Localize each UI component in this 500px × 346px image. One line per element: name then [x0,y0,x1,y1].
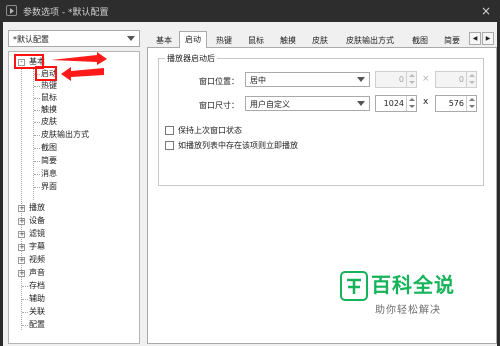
baike-logo-icon [340,271,368,301]
app-icon [6,5,17,16]
position-y-spinbox: 0 [435,71,477,88]
window-size-value: 用户自定义 [250,100,290,109]
window-title: 参数选项 - *默认配置 [23,8,109,18]
expand-icon[interactable]: + [18,257,25,264]
spin-buttons [466,72,476,87]
watermark: 百科全说 助你轻松解决 [340,268,500,338]
tree-item-filters[interactable]: 滤镜 [29,228,45,240]
tab-hotkeys[interactable]: 热键 [209,33,239,49]
tree-item-associations[interactable]: 关联 [29,306,45,318]
play-if-exists-checkbox[interactable] [165,141,174,150]
times-symbol: × [422,74,430,84]
group-title: 播放器启动后 [165,53,217,64]
tab-skin[interactable]: 皮肤 [305,33,335,49]
expand-icon[interactable]: + [18,270,25,277]
tab-scroll-right-button[interactable]: ▶ [482,32,494,45]
tree-item-messages[interactable]: 消息 [41,168,57,180]
red-arrows [51,52,107,81]
window-height-value: 576 [448,99,464,108]
tree-item-devices[interactable]: 设备 [29,215,45,227]
tree-item-mouse[interactable]: 鼠标 [41,92,57,104]
position-x-value: 0 [398,75,404,84]
tab-touch[interactable]: 触摸 [273,33,303,49]
tree-connector [21,68,22,330]
remember-state-checkbox[interactable] [165,126,174,135]
tab-scroll-left-button[interactable]: ◀ [469,32,481,45]
tree-item-archive[interactable]: 存档 [29,280,45,292]
watermark-subtitle: 助你轻松解决 [375,305,441,316]
tree-item-playback[interactable]: 播放 [29,202,45,214]
tree-item-touch[interactable]: 触摸 [41,104,57,116]
settings-tree: - 基本 启动 热键 鼠标 触摸 皮肤 皮肤输出方式 截图 简要 消息 界面 +… [8,51,140,344]
play-if-exists-label: 如播放列表中存在该项则立即播放 [178,141,298,150]
tab-skin-output[interactable]: 皮肤输出方式 [337,33,403,49]
tree-item-subtitles[interactable]: 字幕 [29,241,45,253]
tree-item-skin[interactable]: 皮肤 [41,116,57,128]
title-bar: 参数选项 - *默认配置 × [0,0,500,22]
close-button[interactable]: × [478,3,494,19]
expand-icon[interactable]: + [18,218,25,225]
remember-state-label: 保持上次窗口状态 [178,126,242,135]
arrow-left-icon [61,67,104,81]
tab-basic[interactable]: 基本 [151,33,177,49]
tree-item-video[interactable]: 视频 [29,254,45,266]
chevron-down-icon [127,36,135,41]
window-position-select[interactable]: 居中 [245,72,370,87]
startup-group: 播放器启动后 窗口位置： 居中 0 × 0 窗口尺寸： 用户自定义 1024 x… [158,53,484,186]
tab-strip: 基本 启动 热键 鼠标 触摸 皮肤 皮肤输出方式 截图 简要 ◀ ▶ [147,30,497,49]
watermark-title: 百科全说 [371,273,455,297]
tab-mouse[interactable]: 鼠标 [241,33,271,49]
window-position-value: 居中 [250,76,266,85]
chevron-down-icon [357,77,365,82]
tree-item-config[interactable]: 配置 [29,319,45,331]
tree-item-audio[interactable]: 声音 [29,267,45,279]
window-size-label: 窗口尺寸： [199,101,239,110]
preset-value: *默认配置 [13,35,49,44]
tree-item-interface[interactable]: 界面 [41,181,57,193]
window-width-value: 1024 [383,99,404,108]
window-height-spinbox[interactable]: 576 [435,95,477,112]
spin-buttons[interactable] [466,96,476,111]
preset-select[interactable]: *默认配置 [8,30,140,47]
window-width-spinbox[interactable]: 1024 [375,95,417,112]
chevron-down-icon [357,101,365,106]
arrow-right-icon [51,52,107,65]
expand-icon[interactable]: + [18,244,25,251]
window-position-label: 窗口位置： [199,77,239,86]
preferences-window: *默认配置 - 基本 启动 热键 鼠标 触摸 皮肤 皮肤输出方式 截图 简要 消… [3,22,497,346]
tree-item-skin-output[interactable]: 皮肤输出方式 [41,129,89,141]
tree-item-brief[interactable]: 简要 [41,155,57,167]
tree-item-assist[interactable]: 辅助 [29,293,45,305]
spin-buttons[interactable] [406,96,416,111]
expand-icon[interactable]: + [18,205,25,212]
expand-icon[interactable]: + [18,231,25,238]
times-symbol: x [423,97,429,107]
position-x-spinbox: 0 [375,71,417,88]
tree-item-screenshot[interactable]: 截图 [41,142,57,154]
window-size-select[interactable]: 用户自定义 [245,96,370,111]
position-y-value: 0 [458,75,464,84]
tab-screenshot[interactable]: 截图 [405,33,435,49]
tab-brief[interactable]: 简要 [437,33,467,49]
tab-startup[interactable]: 启动 [179,31,207,49]
tree-connector [33,68,34,200]
spin-buttons [406,72,416,87]
